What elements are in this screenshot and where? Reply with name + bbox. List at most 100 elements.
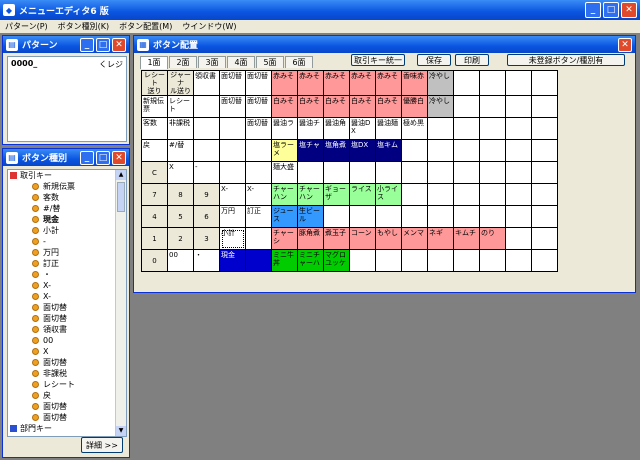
maximize-icon[interactable]: □ [96, 151, 110, 165]
pattern-list-item[interactable]: 0000_ くレジ [8, 57, 126, 72]
grid-cell[interactable]: 面切替 [245, 95, 272, 118]
grid-cell[interactable] [297, 161, 324, 184]
tree-item[interactable]: X [8, 346, 126, 357]
tree-category[interactable]: 部門キー [8, 423, 126, 434]
grid-cell[interactable]: 白みそ [271, 95, 298, 118]
grid-cell[interactable]: ネギ [427, 227, 454, 250]
tree-item[interactable]: 万円 [8, 247, 126, 258]
grid-cell[interactable]: 白みそ [375, 95, 402, 118]
minimize-icon[interactable]: _ [80, 151, 94, 165]
grid-cell[interactable] [401, 161, 428, 184]
grid-cell[interactable]: ・ [193, 249, 220, 272]
grid-cell[interactable] [479, 183, 506, 206]
grid-cell[interactable] [531, 205, 558, 228]
grid-cell[interactable] [531, 227, 558, 250]
maximize-icon[interactable]: □ [603, 2, 619, 18]
grid-cell[interactable] [349, 161, 376, 184]
button-layout-window-title-bar[interactable]: ▦ ボタン配置 ✕ [134, 36, 635, 53]
menu-window[interactable]: ウインドウ(W) [177, 21, 241, 32]
grid-cell[interactable]: X [167, 161, 194, 184]
grid-cell[interactable] [193, 139, 220, 162]
grid-cell[interactable]: 非課税 [167, 117, 194, 140]
tree-item[interactable]: 面切替 [8, 302, 126, 313]
grid-cell[interactable]: 優勝白 [401, 95, 428, 118]
grid-cell[interactable]: 赤みそ [297, 70, 324, 96]
tab-face-5[interactable]: 5面 [256, 56, 284, 68]
grid-cell[interactable]: 塩ラーメ [271, 139, 298, 162]
close-icon[interactable]: ✕ [621, 2, 637, 18]
tree-item[interactable]: 戻 [8, 390, 126, 401]
grid-cell[interactable]: 醤油ラ [271, 117, 298, 140]
grid-cell[interactable]: 香味赤 [401, 70, 428, 96]
grid-cell[interactable] [479, 161, 506, 184]
grid-cell[interactable] [453, 205, 480, 228]
grid-cell[interactable]: C [141, 161, 168, 184]
tree-item[interactable]: 領収書 [8, 324, 126, 335]
grid-cell[interactable] [453, 70, 480, 96]
tree-item[interactable]: 面切替 [8, 412, 126, 423]
grid-cell[interactable]: 00 [167, 249, 194, 272]
grid-cell[interactable] [453, 95, 480, 118]
tree-item[interactable]: 新規伝票 [8, 181, 126, 192]
unify-trade-keys-button[interactable]: 取引キー統一 [351, 54, 405, 66]
grid-cell[interactable] [531, 161, 558, 184]
tree-category[interactable]: 取引キー [8, 170, 126, 181]
grid-cell[interactable]: ジュース [271, 205, 298, 228]
grid-cell[interactable]: ミニチャーハ [297, 249, 324, 272]
menu-pattern[interactable]: パターン(P) [0, 21, 53, 32]
grid-cell[interactable] [453, 183, 480, 206]
grid-cell[interactable]: もやし [375, 227, 402, 250]
grid-cell[interactable]: 5 [167, 205, 194, 228]
grid-cell[interactable] [479, 205, 506, 228]
grid-cell[interactable]: 小計 [219, 227, 246, 250]
grid-cell[interactable] [401, 205, 428, 228]
tree-item[interactable]: 面切替 [8, 357, 126, 368]
menu-button-type[interactable]: ボタン種別(K) [53, 21, 115, 32]
grid-cell[interactable]: 9 [193, 183, 220, 206]
grid-cell[interactable] [505, 205, 532, 228]
scroll-up-icon[interactable]: ▲ [116, 170, 126, 180]
tab-face-4[interactable]: 4面 [227, 56, 255, 68]
grid-cell[interactable] [505, 139, 532, 162]
grid-cell[interactable] [427, 205, 454, 228]
tree-item[interactable]: レシート [8, 379, 126, 390]
print-button[interactable]: 印刷 [455, 54, 489, 66]
grid-cell[interactable] [531, 117, 558, 140]
grid-cell[interactable]: ミニ牛丼 [271, 249, 298, 272]
grid-cell[interactable] [531, 139, 558, 162]
grid-cell[interactable] [427, 117, 454, 140]
grid-cell[interactable] [479, 70, 506, 96]
grid-cell[interactable]: 赤みそ [349, 70, 376, 96]
tree-item[interactable]: ・ [8, 269, 126, 280]
scroll-thumb[interactable] [117, 182, 125, 212]
grid-cell[interactable] [505, 249, 532, 272]
scroll-down-icon[interactable]: ▼ [116, 426, 126, 436]
grid-cell[interactable]: 8 [167, 183, 194, 206]
grid-cell[interactable] [375, 205, 402, 228]
tree-item[interactable]: 面切替 [8, 401, 126, 412]
grid-cell[interactable] [245, 161, 272, 184]
grid-cell[interactable] [531, 70, 558, 96]
grid-cell[interactable]: 面切替 [245, 70, 272, 96]
button-type-tree[interactable]: 取引キー 新規伝票 客数 #/替 現金 小計 - 万円 訂正・ X- X- 面切替 面切替 領収書 00 X 面… [7, 169, 127, 437]
grid-cell[interactable]: 冷やし [427, 70, 454, 96]
minimize-icon[interactable]: _ [80, 38, 94, 52]
grid-cell[interactable]: - [193, 161, 220, 184]
grid-cell[interactable]: 赤みそ [323, 70, 350, 96]
grid-cell[interactable]: 領収書 [193, 70, 220, 96]
grid-cell[interactable] [245, 139, 272, 162]
grid-cell[interactable] [531, 95, 558, 118]
grid-cell[interactable] [193, 117, 220, 140]
app-title-bar[interactable]: ◆ メニューエディタ6 版 _ □ ✕ [0, 0, 640, 20]
grid-cell[interactable]: 新規伝 票 [141, 95, 168, 118]
tab-face-3[interactable]: 3面 [198, 56, 226, 68]
save-button[interactable]: 保存 [417, 54, 451, 66]
menu-button-layout[interactable]: ボタン配置(M) [114, 21, 177, 32]
grid-cell[interactable]: チャーシ [271, 227, 298, 250]
grid-cell[interactable] [453, 249, 480, 272]
grid-cell[interactable]: 面切替 [245, 117, 272, 140]
grid-cell[interactable] [219, 117, 246, 140]
grid-cell[interactable]: 面切替 [219, 70, 246, 96]
grid-cell[interactable]: 6 [193, 205, 220, 228]
grid-cell[interactable]: 白みそ [323, 95, 350, 118]
